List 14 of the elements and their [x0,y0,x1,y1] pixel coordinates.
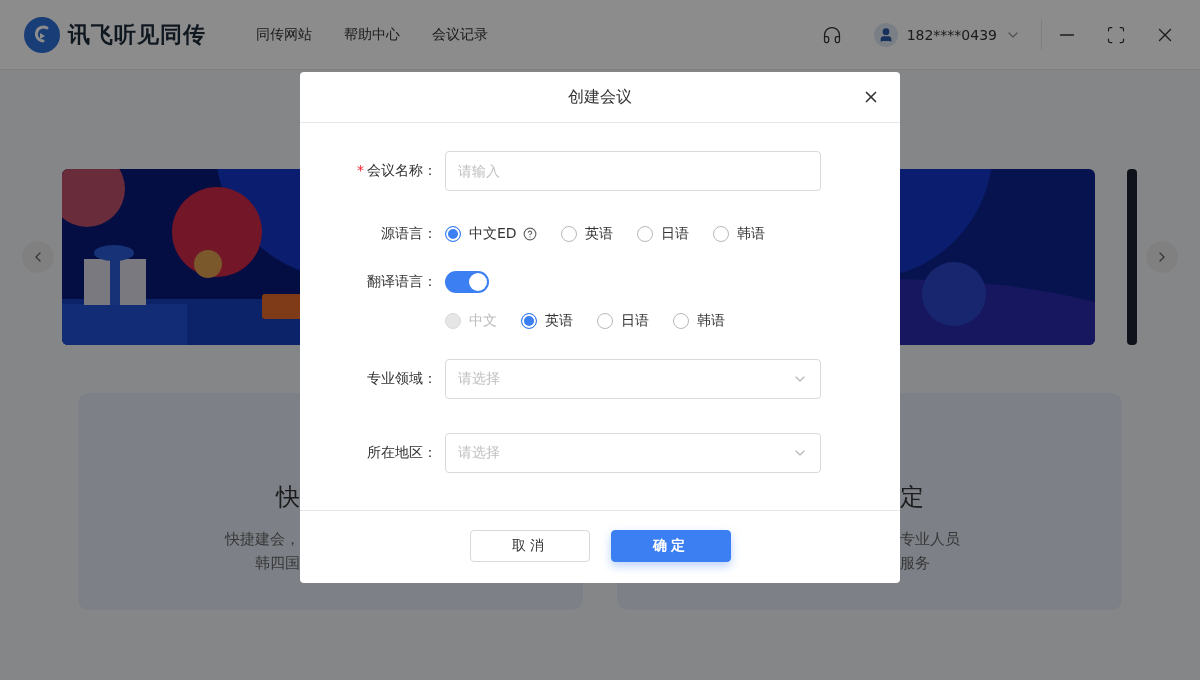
field-label: 所在地区： [367,444,437,460]
field-label: * 会议名称： [357,162,437,178]
required-mark: * [357,162,364,178]
field-label: 翻译语言： [367,273,437,289]
card-title: 快 [276,482,300,513]
card-title: 定 [900,482,924,513]
app-name: 讯飞听见同传 [68,20,206,49]
field-label: 专业领域： [367,370,437,386]
dialog-title: 创建会议 [568,86,632,108]
card-description: 专业人员 [900,529,960,550]
field-label: 源语言： [381,225,437,241]
card-description: 韩四国 [255,553,300,574]
card-description: 服务 [900,553,930,574]
card-description: 快捷建会， [225,529,300,550]
